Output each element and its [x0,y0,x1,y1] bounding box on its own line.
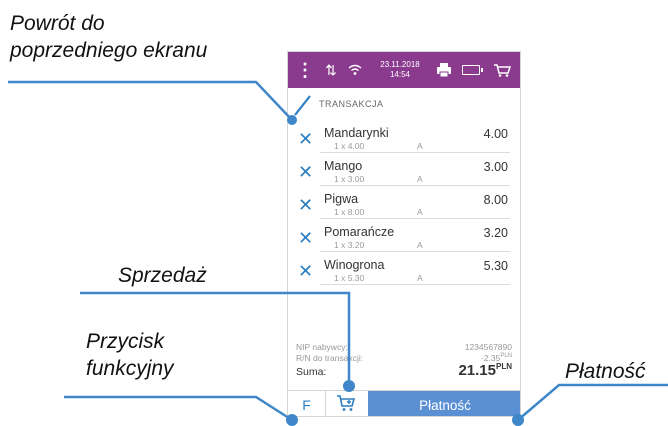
remove-icon[interactable]: ✕ [298,262,313,280]
item-qty: 1 x 8.00 [334,207,365,217]
list-item[interactable]: ✕ Pomarańcze 1 x 3.20 A 3.20 [288,219,520,252]
item-vat: A [417,207,423,217]
item-qty: 1 x 4.00 [334,141,365,151]
nip-value: 1234567890 [464,342,512,352]
nip-label: NIP nabywcy: [296,342,348,352]
total-label: Suma: [296,366,327,378]
item-vat: A [417,174,423,184]
bottom-bar: F Płatność [288,390,520,417]
discount-label: R/N do transakcji: [296,353,364,363]
nip-row: NIP nabywcy: 1234567890 [296,342,512,352]
printer-icon [434,52,454,88]
discount-currency: PLN [500,353,512,360]
item-name: Winogrona [324,258,385,272]
item-name: Mandarynki [324,126,389,140]
function-button[interactable]: F [288,391,326,416]
pay-button[interactable]: Płatność [368,391,520,416]
item-qty: 1 x 3.20 [334,240,365,250]
sale-cart-icon [336,393,358,417]
total-value: 21.15 [458,362,496,379]
item-price: 3.20 [483,226,508,240]
callout-function-line2: funkcyjny [86,357,174,380]
callout-back-line1: Powrót do [10,12,105,35]
list-item[interactable]: ✕ Mandarynki 1 x 4.00 A 4.00 [288,120,520,153]
callout-sale: Sprzedaż [118,264,207,287]
list-item[interactable]: ✕ Pigwa 1 x 8.00 A 8.00 [288,186,520,219]
item-qty: 1 x 5.30 [334,273,365,283]
wifi-icon [346,52,364,88]
sale-button[interactable] [326,391,368,417]
list-item[interactable]: ✕ Winogrona 1 x 5.30 A 5.30 [288,252,520,285]
status-bar: ⋮ ⇅ 23.11.2018 14:54 [288,52,520,88]
item-price: 3.00 [483,160,508,174]
status-date: 23.11.2018 [380,60,420,69]
item-price: 4.00 [483,127,508,141]
item-qty: 1 x 3.00 [334,174,365,184]
cart-icon [490,52,514,88]
item-name: Pomarańcze [324,225,395,239]
item-vat: A [417,240,423,250]
callout-function: Przycisk funkcyjny [86,328,174,382]
total-currency: PLN [496,362,512,371]
leader-pay [517,383,668,421]
remove-icon[interactable]: ✕ [298,229,313,247]
leader-function [64,395,293,422]
menu-icon[interactable]: ⋮ [296,52,314,88]
status-time: 14:54 [389,70,411,79]
item-price: 8.00 [483,193,508,207]
item-vat: A [417,141,423,151]
divider [320,284,510,285]
remove-icon[interactable]: ✕ [298,196,313,214]
total-row: Suma: 21.15PLN [296,362,512,379]
item-name: Pigwa [324,192,359,206]
callout-back-line2: poprzedniego ekranu [10,39,208,62]
status-datetime: 23.11.2018 14:54 [370,52,430,88]
transaction-title: TRANSAKCJA [319,99,384,109]
back-icon[interactable] [294,94,312,116]
callout-function-line1: Przycisk [86,330,165,353]
battery-icon [460,52,483,88]
device-screen: ⋮ ⇅ 23.11.2018 14:54 TRANSAKCJA ✕ Mandar… [287,51,521,417]
item-price: 5.30 [483,259,508,273]
list-item[interactable]: ✕ Mango 1 x 3.00 A 3.00 [288,153,520,186]
signal-icon: ⇅ [325,61,337,78]
callout-pay: Płatność [565,360,646,383]
total-value-wrap: 21.15PLN [458,362,512,379]
callout-back: Powrót do poprzedniego ekranu [10,10,207,64]
transaction-header: TRANSAKCJA [288,90,520,116]
leader-back [8,80,293,121]
item-name: Mango [324,159,363,173]
remove-icon[interactable]: ✕ [298,163,313,181]
transaction-summary: NIP nabywcy: 1234567890 R/N do transakcj… [288,342,520,390]
item-vat: A [417,273,423,283]
remove-icon[interactable]: ✕ [298,130,313,148]
